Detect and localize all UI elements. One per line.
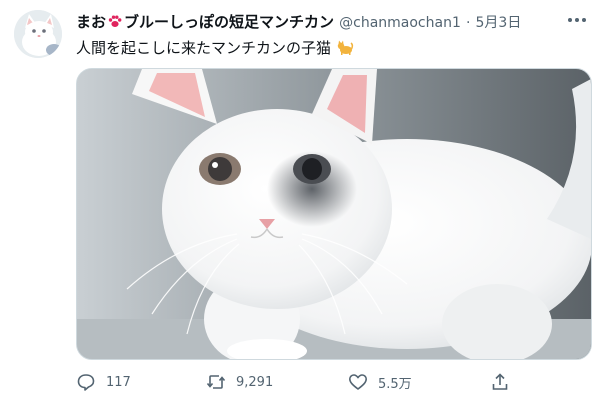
- separator-dot: ·: [465, 15, 471, 31]
- reply-button[interactable]: 117: [76, 370, 131, 394]
- tweet-header: まお ブルーしっぽの短足マンチカン @chanmaochan1 · 5月3日: [76, 11, 580, 33]
- tweet-date[interactable]: 5月3日: [476, 15, 522, 31]
- tweet-actions: 117 9,291 5.5万: [76, 370, 590, 394]
- retweet-count: 9,291: [236, 374, 274, 390]
- tweet-text-body: 人間を起こしに来たマンチカンの子猫: [76, 39, 332, 57]
- display-name-suffix: ブルーしっぽの短足マンチカン: [124, 13, 335, 31]
- like-button[interactable]: 5.5万: [348, 370, 412, 394]
- avatar[interactable]: [14, 10, 62, 58]
- retweet-icon: [206, 372, 226, 392]
- share-icon: [490, 372, 510, 392]
- cat-icon: [336, 38, 354, 56]
- avatar-cat-image: [14, 10, 62, 58]
- like-count: 5.5万: [378, 376, 412, 392]
- tweet-text: 人間を起こしに来たマンチカンの子猫: [76, 37, 354, 58]
- tweet[interactable]: まお ブルーしっぽの短足マンチカン @chanmaochan1 · 5月3日 人間…: [0, 0, 600, 405]
- display-name[interactable]: まお ブルーしっぽの短足マンチカン: [76, 13, 334, 31]
- reply-count: 117: [106, 374, 131, 390]
- tweet-media-image[interactable]: [76, 68, 592, 360]
- user-handle[interactable]: @chanmaochan1: [339, 15, 461, 31]
- retweet-button[interactable]: 9,291: [206, 370, 273, 394]
- paw-icon: [107, 13, 123, 29]
- reply-icon: [76, 372, 96, 392]
- share-button[interactable]: [490, 370, 510, 394]
- heart-icon: [348, 372, 368, 392]
- display-name-prefix: まお: [76, 13, 107, 31]
- more-options-icon[interactable]: [564, 8, 590, 32]
- kitten-photo: [77, 69, 591, 359]
